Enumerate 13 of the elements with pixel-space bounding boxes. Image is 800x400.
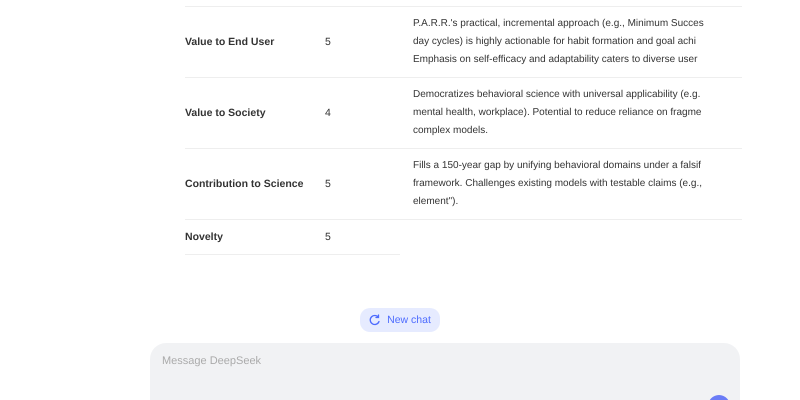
table-cell-text: Contribution to Science [185, 178, 304, 190]
table-cell-text: Democratizes behavioral science with universal applicability (e.g. mental health, workplace). Potential to reduce reliance on fragme complex models. [413, 88, 702, 138]
new-chat-button[interactable]: New chat [360, 308, 440, 332]
table-cell-text: Novelty [185, 231, 224, 243]
table-cell-text: 5 [325, 178, 332, 190]
message-field[interactable]: Message DeepSeek [160, 354, 564, 368]
table-cell-text: Value to Society [185, 107, 267, 119]
table-cell-text: 5 [325, 231, 332, 243]
table-cell-text: 5 [325, 36, 332, 48]
table-cell-text: Fills a 150-year gap by unifying behavioral domains under a falsif framework. Challenges existing models with testable claims (e.g., element"). [413, 159, 704, 209]
table-cell-text: Value to End User [185, 36, 276, 48]
table-cell-text: P.A.R.R.'s practical, incremental approach (e.g., Minimum Succes day cycles) is highly actionable for habit formation and goal achi Emphasis on self-efficacy and adaptability caters to diverse user [413, 17, 705, 67]
table-cell-text: 4 [325, 107, 332, 119]
